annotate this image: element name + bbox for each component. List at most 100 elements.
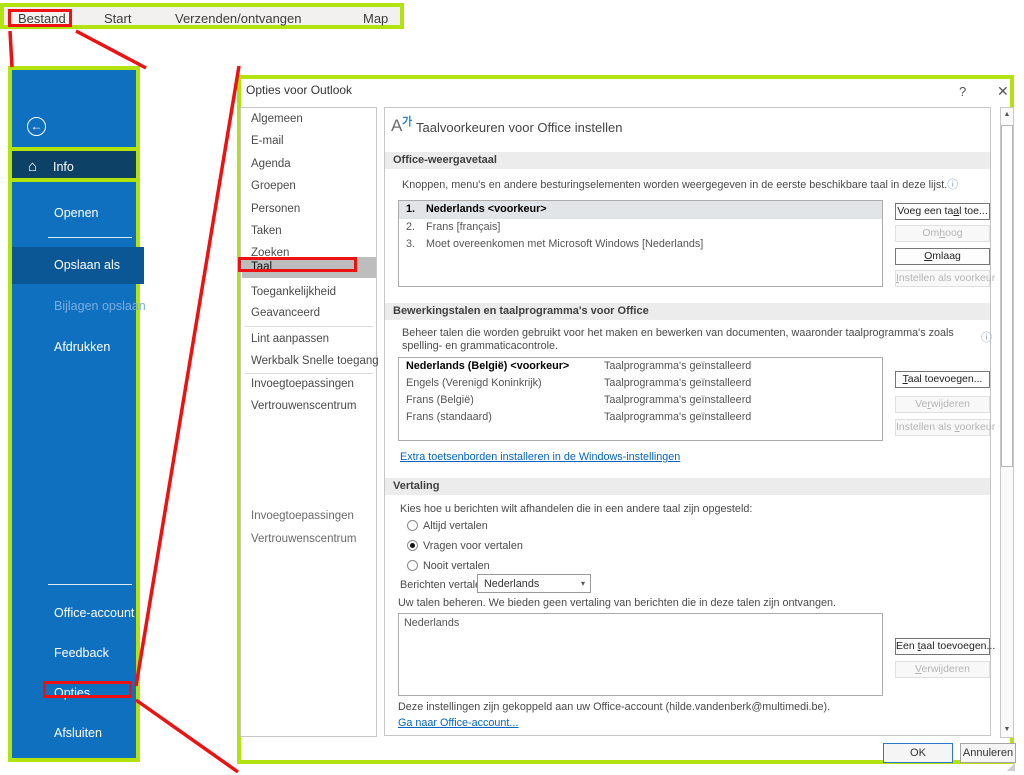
section-title: Bewerkingstalen en taalprogramma's voor … <box>393 305 649 317</box>
nav-item-agenda[interactable]: Agenda <box>251 158 291 170</box>
nav-item-toegankelijkheid[interactable]: Toegankelijkheid <box>251 286 336 298</box>
info-icon[interactable]: ⓘ <box>947 179 958 191</box>
info-icon[interactable]: ⓘ <box>981 329 992 345</box>
list-item[interactable]: 3. Moet overeenkomen met Microsoft Windo… <box>399 236 882 254</box>
move-up-button[interactable]: Omhoog <box>895 225 990 242</box>
radio-nooit-vertalen[interactable] <box>407 560 418 571</box>
account-note: Deze instellingen zijn gekoppeld aan uw … <box>398 701 831 713</box>
sidebar-item-office-account[interactable]: Office-account <box>54 606 134 620</box>
cancel-button[interactable]: Annuleren <box>960 743 1016 763</box>
section-header-display-language: Office-weergavetaal <box>385 152 990 169</box>
list-item-number: 1. <box>406 203 416 215</box>
radio-altijd-vertalen[interactable] <box>407 520 418 531</box>
list-item-label: Nederlands <voorkeur> <box>426 203 547 215</box>
list-item[interactable]: 1. Nederlands <voorkeur> <box>399 201 882 219</box>
nav-item-taken[interactable]: Taken <box>251 225 282 237</box>
display-description-text: Knoppen, menu's en andere besturingselem… <box>402 179 948 191</box>
translation-prompt: Kies hoe u berichten wilt afhandelen die… <box>400 503 753 515</box>
display-language-listbox[interactable]: 1. Nederlands <voorkeur> 2. Frans [franç… <box>398 200 883 287</box>
nav-item-geavanceerd[interactable]: Geavanceerd <box>251 307 320 319</box>
language-icon: A <box>391 116 403 135</box>
sidebar-divider <box>48 584 132 585</box>
set-preferred-editing-button[interactable]: Instellen als voorkeur <box>895 419 995 436</box>
scrollbar-up-icon[interactable]: ▲ <box>1001 108 1013 122</box>
sidebar-item-afdrukken[interactable]: Afdrukken <box>54 340 110 354</box>
table-row[interactable]: Nederlands (België) <voorkeur> Taalprogr… <box>399 358 882 375</box>
sidebar-item-feedback[interactable]: Feedback <box>54 646 109 660</box>
dropdown-value: Nederlands <box>484 578 540 590</box>
section-header-translation: Vertaling <box>385 478 990 495</box>
radio-vragen-voor-vertalen[interactable] <box>407 540 418 551</box>
list-item[interactable]: 2. Frans [français] <box>399 219 882 237</box>
manage-languages-label: Uw talen beheren. We bieden geen vertali… <box>398 597 836 609</box>
nav-divider <box>245 373 373 374</box>
resize-grip[interactable] <box>1006 762 1015 771</box>
scrollbar-thumb[interactable] <box>1001 125 1013 467</box>
list-item[interactable]: Nederlands <box>399 614 882 632</box>
add-display-language-button[interactable]: Voeg een taal toe... <box>895 203 990 220</box>
sidebar-item-opslaan-als[interactable]: Opslaan als <box>12 247 144 284</box>
remove-editing-language-button[interactable]: Verwijderen <box>895 396 990 413</box>
nav-item-invoegtoepassingen-stray: Invoegtoepassingen <box>251 510 354 522</box>
received-languages-listbox[interactable]: Nederlands <box>398 613 883 696</box>
sidebar-item-label: Opslaan als <box>54 258 121 272</box>
list-item-label: Frans [français] <box>426 220 501 233</box>
add-received-language-button[interactable]: Een taal toevoegen... <box>895 638 995 655</box>
remove-received-language-button[interactable]: Verwijderen <box>895 661 990 678</box>
nav-item-vertrouwenscentrum[interactable]: Vertrouwenscentrum <box>251 400 356 412</box>
nav-item-lint-aanpassen[interactable]: Lint aanpassen <box>251 333 329 345</box>
move-down-button[interactable]: Omlaag <box>895 248 990 265</box>
dialog-content-panel: A 가 Taalvoorkeuren voor Office instellen… <box>384 107 995 736</box>
proofing-cell: Taalprogramma's geïnstalleerd <box>604 411 752 423</box>
nav-item-personen[interactable]: Personen <box>251 203 300 215</box>
sidebar-item-afsluiten[interactable]: Afsluiten <box>54 726 102 740</box>
language-cell: Frans (standaard) <box>406 411 492 423</box>
table-row[interactable]: Engels (Verenigd Koninkrijk) Taalprogram… <box>399 375 882 392</box>
section-title: Office-weergavetaal <box>393 154 497 166</box>
keyboards-settings-link[interactable]: Extra toetsenborden installeren in de Wi… <box>400 451 680 463</box>
table-row[interactable]: Frans (België) Taalprogramma's geïnstall… <box>399 392 882 409</box>
tab-map[interactable]: Map <box>363 11 388 26</box>
vertical-scrollbar[interactable]: ▲ ▼ <box>1000 107 1014 738</box>
annotation-box-taal <box>238 257 357 272</box>
office-account-link[interactable]: Ga naar Office-account... <box>398 717 518 729</box>
radio-label[interactable]: Vragen voor vertalen <box>423 540 523 552</box>
sidebar-item-info[interactable]: ⌂ Info <box>8 147 140 182</box>
proofing-cell: Taalprogramma's geïnstalleerd <box>604 377 752 389</box>
language-cell: Frans (België) <box>406 394 474 406</box>
translate-into-dropdown[interactable]: Nederlands ▾ <box>477 574 591 593</box>
dialog-title: Opties voor Outlook <box>246 83 353 97</box>
language-cell: Engels (Verenigd Koninkrijk) <box>406 377 542 389</box>
nav-item-werkbalk[interactable]: Werkbalk Snelle toegang <box>251 355 379 367</box>
editing-description: Beheer talen die worden gebruikt voor he… <box>402 327 954 352</box>
nav-item-algemeen[interactable]: Algemeen <box>251 113 303 125</box>
help-icon[interactable]: ? <box>959 84 966 99</box>
editing-language-table[interactable]: Nederlands (België) <voorkeur> Taalprogr… <box>398 357 883 441</box>
nav-item-vertrouwenscentrum-stray: Vertrouwenscentrum <box>251 533 357 545</box>
annotation-box-bestand <box>8 9 72 27</box>
nav-item-invoegtoepassingen[interactable]: Invoegtoepassingen <box>251 378 354 390</box>
sidebar-item-openen[interactable]: Openen <box>54 206 98 220</box>
radio-label[interactable]: Nooit vertalen <box>423 560 490 572</box>
close-icon[interactable]: ✕ <box>997 83 1009 100</box>
set-preferred-display-button[interactable]: Instellen als voorkeur <box>895 270 995 287</box>
nav-item-email[interactable]: E-mail <box>251 135 284 147</box>
list-item-number: 2. <box>406 220 416 233</box>
nav-item-groepen[interactable]: Groepen <box>251 180 296 192</box>
table-row[interactable]: Frans (standaard) Taalprogramma's geïnst… <box>399 409 882 426</box>
page-title: Taalvoorkeuren voor Office instellen <box>416 120 623 135</box>
annotation-box-opties <box>43 681 132 698</box>
section-header-editing-languages: Bewerkingstalen en taalprogramma's voor … <box>385 303 990 320</box>
sidebar-item-label: Info <box>53 160 74 174</box>
display-description: Knoppen, menu's en andere besturingselem… <box>402 179 994 192</box>
list-item-label: Moet overeenkomen met Microsoft Windows … <box>426 238 704 250</box>
back-arrow-icon[interactable]: ← <box>27 117 46 136</box>
nav-divider <box>245 326 373 327</box>
scrollbar-down-icon[interactable]: ▼ <box>1001 723 1013 737</box>
radio-label[interactable]: Altijd vertalen <box>423 520 488 532</box>
tab-verzenden-ontvangen[interactable]: Verzenden/ontvangen <box>175 11 302 26</box>
ok-button[interactable]: OK <box>883 743 953 763</box>
tab-start[interactable]: Start <box>104 11 131 26</box>
add-editing-language-button[interactable]: Taal toevoegen... <box>895 371 990 388</box>
home-icon: ⌂ <box>28 158 38 175</box>
